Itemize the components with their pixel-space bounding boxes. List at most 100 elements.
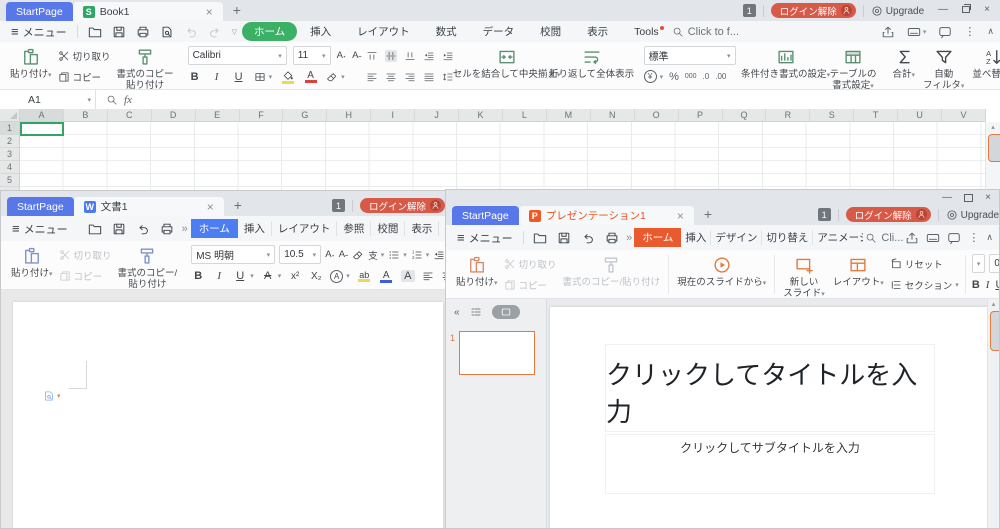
section-button[interactable]: セクション▾ <box>890 275 959 295</box>
comment-icon[interactable] <box>938 25 952 39</box>
decrease-indent-button[interactable] <box>423 50 435 62</box>
format-painter-button[interactable]: 書式のコピー貼り付け <box>113 45 178 87</box>
collapse-panel-icon[interactable]: « <box>454 307 460 318</box>
more-tools-icon[interactable]: » <box>179 223 191 235</box>
table-style-button[interactable]: テーブルの書式設定▾ <box>826 45 881 87</box>
menu-tab[interactable]: 挿入 <box>681 230 710 245</box>
menu-tab[interactable]: デザイン <box>710 230 761 245</box>
upgrade-button[interactable]: Upgrade <box>946 209 999 221</box>
undo-button[interactable] <box>131 222 155 236</box>
column-header[interactable]: F <box>240 109 284 121</box>
more-tools-icon[interactable]: » <box>624 232 634 244</box>
select-all-corner[interactable] <box>0 109 20 122</box>
paste-options-button[interactable]: ▾ <box>43 390 61 402</box>
tab-home[interactable]: ホーム <box>191 219 238 238</box>
sidebar-toggle[interactable]: ▾ <box>907 25 927 39</box>
slide-thumbnail[interactable] <box>459 331 535 375</box>
notification-badge[interactable]: 1 <box>743 4 756 17</box>
font-color-button[interactable]: A <box>379 270 394 283</box>
increase-indent-button[interactable] <box>442 50 454 62</box>
tab-home[interactable]: ホーム <box>634 228 681 247</box>
maximize-button[interactable] <box>964 194 973 202</box>
align-left-icon[interactable] <box>422 270 434 282</box>
subtitle-placeholder[interactable]: クリックしてサブタイトルを入力 <box>605 434 935 494</box>
menu-tab[interactable]: レイアウト <box>344 24 423 39</box>
number-format-select[interactable]: 標準▾ <box>644 46 736 65</box>
row-header[interactable]: 2 <box>0 135 19 148</box>
save-button[interactable] <box>107 25 131 39</box>
column-header[interactable]: T <box>854 109 898 121</box>
menu-tab[interactable]: 表示 <box>574 24 621 39</box>
collapse-ribbon-icon[interactable]: ∧ <box>986 232 993 243</box>
underline-button[interactable]: U <box>232 71 246 83</box>
open-button[interactable] <box>528 231 552 245</box>
more-options-icon[interactable]: ⋮ <box>964 25 975 38</box>
share-icon[interactable] <box>905 231 919 245</box>
format-painter-button[interactable]: 書式のコピー/貼り付け <box>559 253 665 296</box>
menu-tab[interactable]: 校閲 <box>370 221 404 236</box>
paste-button[interactable]: 貼り付け▾ <box>7 244 57 287</box>
vertical-scrollbar[interactable]: ▴ <box>985 122 1000 191</box>
reset-button[interactable]: リセット <box>890 254 959 274</box>
scrollbar-thumb[interactable] <box>988 134 1000 162</box>
clear-button[interactable]: ▾ <box>326 71 345 83</box>
writer-tab-startpage[interactable]: StartPage <box>7 197 74 216</box>
menu-tab[interactable]: 校閲 <box>527 24 574 39</box>
row-header[interactable]: 1 <box>0 122 19 135</box>
format-painter-button[interactable]: 書式のコピー/貼り付け <box>114 244 182 287</box>
collapse-ribbon-icon[interactable]: ∧ <box>987 26 994 37</box>
restore-button[interactable] <box>962 6 970 13</box>
undo-button[interactable] <box>576 231 600 245</box>
title-placeholder[interactable]: クリックしてタイトルを入力 <box>605 344 935 432</box>
zoom-formula-icon[interactable] <box>106 94 118 106</box>
column-header[interactable]: N <box>591 109 635 121</box>
save-button[interactable] <box>552 231 576 245</box>
italic-button[interactable]: I <box>212 270 226 282</box>
new-tab-button[interactable]: + <box>233 2 241 18</box>
main-menu-button[interactable]: ≡メニュー <box>7 221 73 237</box>
thousands-button[interactable]: 000 <box>685 73 697 80</box>
conditional-format-button[interactable]: 条件付き書式の設定▾ <box>746 45 826 87</box>
percent-button[interactable]: % <box>669 71 679 83</box>
redo-button[interactable] <box>203 25 227 39</box>
bold-button[interactable]: B <box>191 270 205 282</box>
align-top-button[interactable] <box>366 50 378 62</box>
formula-input[interactable] <box>140 90 1000 109</box>
new-tab-button[interactable]: + <box>234 197 242 213</box>
column-header[interactable]: K <box>459 109 503 121</box>
char-shading-button[interactable]: A <box>401 270 415 282</box>
main-menu-button[interactable]: ≡メニュー <box>452 230 518 246</box>
selected-cell-a1[interactable] <box>20 122 64 136</box>
tab-presentation1[interactable]: P プレゼンテーション1 × <box>519 206 694 225</box>
column-header[interactable]: B <box>64 109 108 121</box>
font-size-select[interactable]: 11▾ <box>293 46 331 65</box>
cut-button[interactable]: 切り取り <box>504 254 557 274</box>
cut-button[interactable]: 切り取り <box>58 46 111 66</box>
shrink-font-button[interactable]: A˗ <box>339 249 349 260</box>
upgrade-button[interactable]: Upgrade <box>871 5 924 17</box>
print-preview-button[interactable] <box>155 25 179 39</box>
copy-button[interactable]: コピー <box>504 275 557 295</box>
search-box[interactable]: Cli... <box>863 232 905 244</box>
column-header[interactable]: Q <box>723 109 767 121</box>
sort-button[interactable]: 並べ替え▾ <box>968 45 1000 87</box>
panel-icon[interactable] <box>926 231 940 245</box>
italic-button[interactable]: I <box>210 71 224 83</box>
shrink-font-button[interactable]: A˗ <box>352 50 362 61</box>
column-header[interactable]: D <box>152 109 196 121</box>
slide-scrollbar[interactable]: ▴ <box>987 299 999 529</box>
share-icon[interactable] <box>881 25 895 39</box>
ruby-button[interactable]: 支▾ <box>368 248 384 262</box>
font-name-select[interactable]: Calibri▾ <box>188 46 287 65</box>
wrap-text-button[interactable]: 折り返して全体表示 <box>550 45 634 87</box>
column-header[interactable]: J <box>415 109 459 121</box>
menu-tab[interactable]: 挿入 <box>238 221 271 236</box>
document-page[interactable]: ▾ <box>13 302 443 529</box>
minimize-button[interactable]: — <box>938 4 948 15</box>
paste-button[interactable]: 貼り付け▾ <box>452 253 502 296</box>
menu-tab[interactable]: 数式 <box>423 24 470 39</box>
align-left-button[interactable] <box>366 71 378 83</box>
column-header[interactable]: G <box>283 109 327 121</box>
align-middle-button[interactable] <box>385 50 397 62</box>
close-button[interactable]: × <box>985 192 991 203</box>
